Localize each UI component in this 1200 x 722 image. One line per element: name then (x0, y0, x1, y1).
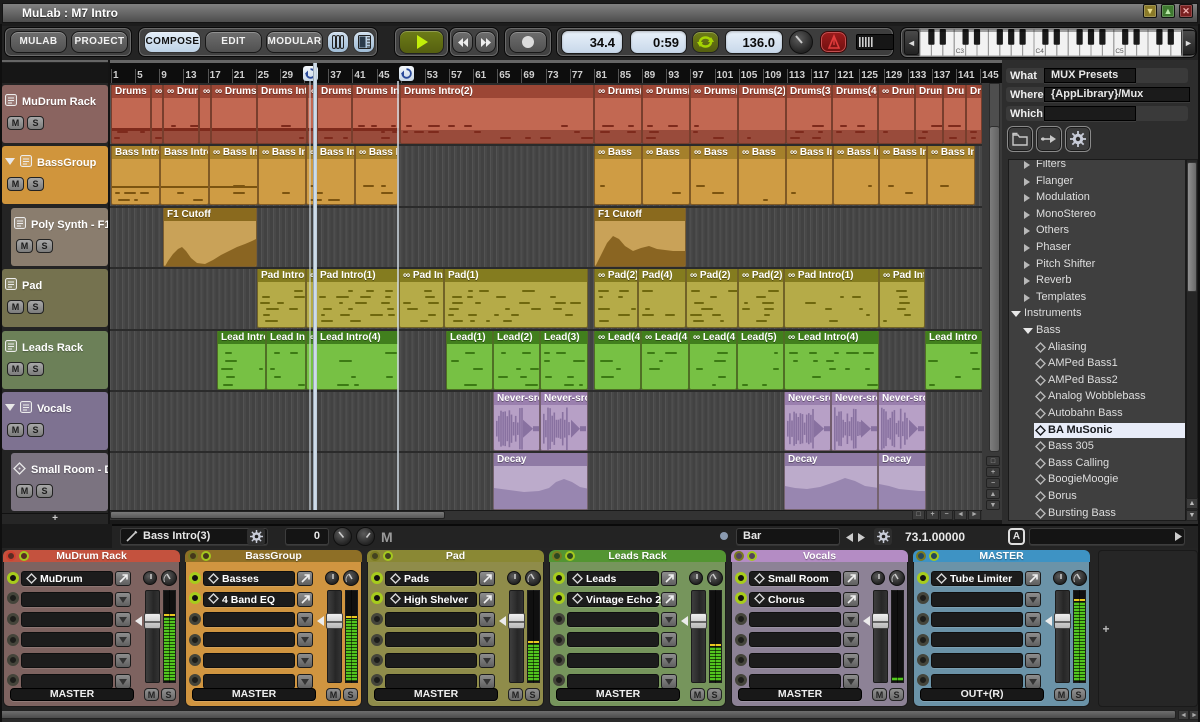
svg-text:C4: C4 (1036, 48, 1045, 55)
svg-text:C3: C3 (956, 48, 965, 55)
svg-text:C5: C5 (1115, 48, 1124, 55)
